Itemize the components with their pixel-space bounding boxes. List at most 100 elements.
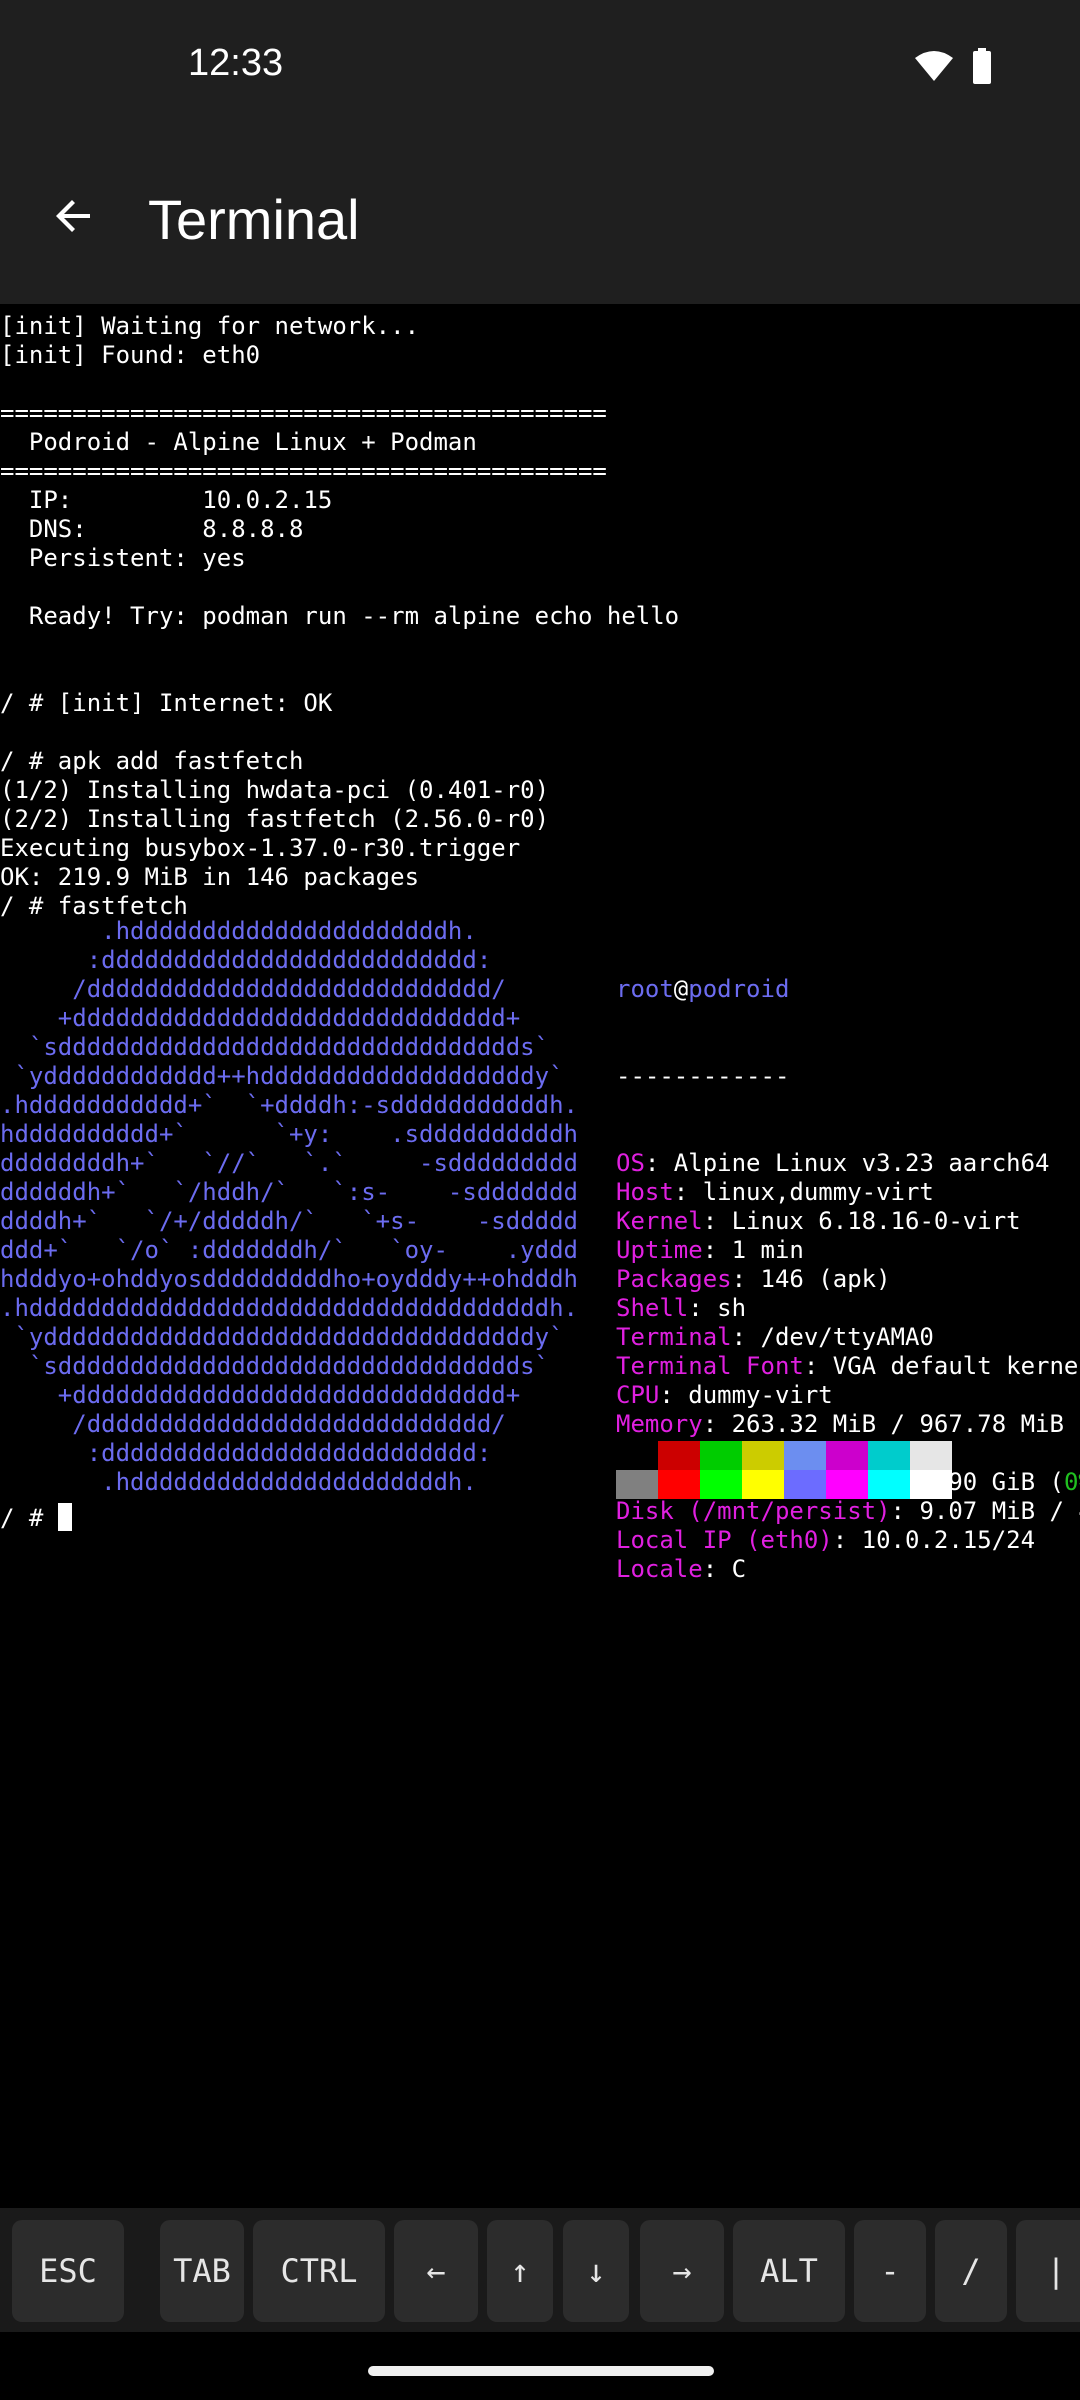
color-palette bbox=[616, 1441, 952, 1499]
prompt-text: / # bbox=[0, 1504, 58, 1532]
terminal-line: IP: 10.0.2.15 bbox=[0, 486, 333, 514]
ascii-art-line: +dddddddddddddddddddddddddddddd+ bbox=[0, 1381, 521, 1409]
terminal-line: Podroid - Alpine Linux + Podman bbox=[0, 428, 477, 456]
info-row: Kernel: Linux 6.18.16-0-virt bbox=[616, 1207, 1080, 1236]
info-value: : 1 min bbox=[702, 1236, 804, 1264]
color-swatch bbox=[910, 1470, 952, 1499]
info-key: Kernel bbox=[616, 1207, 703, 1235]
ascii-art-line: .hddddddddddddddddddddddddddddddddddddh. bbox=[0, 1294, 578, 1322]
color-swatch bbox=[658, 1441, 700, 1470]
info-row: Locale: C bbox=[616, 1555, 1080, 1584]
ascii-art-line: `yddddddddddddddddddddddddddddddddddy` bbox=[0, 1323, 564, 1351]
color-swatch bbox=[784, 1470, 826, 1499]
info-value: : Alpine Linux v3.23 aarch64 bbox=[644, 1149, 1050, 1177]
info-at: @ bbox=[673, 975, 689, 1003]
info-value: : 263.32 MiB / 967.78 MiB (27%) bbox=[702, 1410, 1080, 1438]
info-row: Uptime: 1 min bbox=[616, 1236, 1080, 1265]
ascii-art-line: `sdddddddddddddddddddddddddddddddds` bbox=[0, 1352, 550, 1380]
extra-key[interactable]: → bbox=[640, 2220, 724, 2322]
info-row: CPU: dummy-virt bbox=[616, 1381, 1080, 1410]
terminal-view[interactable]: [init] Waiting for network... [init] Foun… bbox=[0, 304, 1080, 2208]
info-key: Local IP (eth0) bbox=[616, 1526, 833, 1554]
extra-key[interactable]: / bbox=[935, 2220, 1007, 2322]
ascii-art-line: `sdddddddddddddddddddddddddddddddds` bbox=[0, 1033, 550, 1061]
info-key: Packages bbox=[616, 1265, 732, 1293]
info-row: Shell: sh bbox=[616, 1294, 1080, 1323]
terminal-line: ========================================… bbox=[0, 399, 607, 427]
info-value: : linux,dummy-virt bbox=[673, 1178, 934, 1206]
palette-row-bottom bbox=[616, 1470, 952, 1499]
prompt-line[interactable]: / # bbox=[0, 1503, 72, 1533]
status-icons bbox=[914, 48, 992, 89]
navigation-bar bbox=[0, 2332, 1080, 2400]
extra-key[interactable]: TAB bbox=[160, 2220, 244, 2322]
terminal-line: Ready! Try: podman run --rm alpine echo … bbox=[0, 602, 680, 630]
terminal-line: ========================================… bbox=[0, 457, 607, 485]
info-key: CPU bbox=[616, 1381, 660, 1409]
info-key: Terminal bbox=[616, 1323, 732, 1351]
extra-keys-bar: ESC TAB CTRL ← ↑ ↓ → ALT - / | bbox=[0, 2208, 1080, 2332]
ascii-art-line: /dddddddddddddddddddddddddddd/ bbox=[0, 975, 506, 1003]
ascii-art-line: .hddddddddddddddddddddddh. bbox=[0, 917, 477, 945]
extra-key[interactable]: ↓ bbox=[563, 2220, 629, 2322]
info-row: Terminal Font: VGA default kernel bbox=[616, 1352, 1080, 1381]
ascii-art-line: +dddddddddddddddddddddddddddddd+ bbox=[0, 1004, 521, 1032]
info-key: Uptime bbox=[616, 1236, 703, 1264]
app-bar: Terminal bbox=[0, 132, 1080, 304]
extra-key[interactable]: - bbox=[854, 2220, 926, 2322]
terminal-line: [init] Waiting for network... bbox=[0, 312, 420, 340]
info-value: : 10.0.2.15/24 bbox=[832, 1526, 1036, 1554]
info-row: Memory: 263.32 MiB / 967.78 MiB (27%) bbox=[616, 1410, 1080, 1439]
info-key: Shell bbox=[616, 1294, 689, 1322]
info-user: root bbox=[616, 975, 674, 1003]
home-indicator[interactable] bbox=[368, 2366, 714, 2376]
info-value: : /dev/ttyAMA0 bbox=[731, 1323, 934, 1351]
info-value-percent: 0% bbox=[1063, 1468, 1080, 1496]
terminal-line: (1/2) Installing hwdata-pci (0.401-r0) bbox=[0, 776, 550, 804]
info-value: : VGA default kernel bbox=[803, 1352, 1080, 1380]
palette-row-top bbox=[616, 1441, 952, 1470]
color-swatch bbox=[616, 1470, 658, 1499]
terminal-line: (2/2) Installing fastfetch (2.56.0-r0) bbox=[0, 805, 550, 833]
color-swatch bbox=[742, 1441, 784, 1470]
info-value: : 146 (apk) bbox=[731, 1265, 891, 1293]
alpine-ascii-logo: .hddddddddddddddddddddddh. :dddddddddddd… bbox=[0, 917, 578, 1497]
info-value: : dummy-virt bbox=[659, 1381, 833, 1409]
ascii-art-line: :dddddddddddddddddddddddddd: bbox=[0, 1439, 492, 1467]
ascii-art-line: ddddh+` `/+/dddddh/` `+s- -sddddd bbox=[0, 1207, 578, 1235]
info-key: Host bbox=[616, 1178, 674, 1206]
extra-key[interactable]: CTRL bbox=[253, 2220, 385, 2322]
terminal-line: / # apk add fastfetch bbox=[0, 747, 304, 775]
text-cursor bbox=[57, 1503, 72, 1531]
extra-key[interactable]: ← bbox=[394, 2220, 478, 2322]
extra-key[interactable]: ESC bbox=[12, 2220, 124, 2322]
extra-key[interactable]: | bbox=[1016, 2220, 1080, 2322]
info-separator: ------------ bbox=[616, 1062, 790, 1090]
info-row: Terminal: /dev/ttyAMA0 bbox=[616, 1323, 1080, 1352]
info-key: Disk (/mnt/persist) bbox=[616, 1497, 891, 1525]
color-swatch bbox=[700, 1441, 742, 1470]
info-row: Host: linux,dummy-virt bbox=[616, 1178, 1080, 1207]
ascii-art-line: ddddddddh+` `//` `.` -sddddddddd bbox=[0, 1149, 578, 1177]
terminal-line: OK: 219.9 MiB in 146 packages bbox=[0, 863, 420, 891]
info-user-host: root@podroid bbox=[616, 975, 1080, 1004]
app-title: Terminal bbox=[148, 188, 360, 251]
info-key: Terminal Font bbox=[616, 1352, 804, 1380]
color-swatch bbox=[784, 1441, 826, 1470]
ascii-art-line: .hddddddddddd+` `+ddddh:-sdddddddddddh. bbox=[0, 1091, 578, 1119]
extra-key[interactable]: ↑ bbox=[487, 2220, 553, 2322]
back-button[interactable] bbox=[36, 180, 112, 256]
info-key: Locale bbox=[616, 1555, 703, 1583]
extra-key[interactable]: ALT bbox=[733, 2220, 845, 2322]
ascii-art-line: hdddyo+ohddyosdddddddddho+oydddy++ohdddh bbox=[0, 1265, 578, 1293]
ascii-art-line: ddddddh+` `/hddh/` `:s- -sddddddd bbox=[0, 1178, 578, 1206]
info-value: : 9.07 MiB / 4.84 GiB bbox=[890, 1497, 1080, 1525]
info-key: Memory bbox=[616, 1410, 703, 1438]
terminal-line: / # [init] Internet: OK bbox=[0, 689, 333, 717]
info-row: Disk (/mnt/persist): 9.07 MiB / 4.84 GiB bbox=[616, 1497, 1080, 1526]
arrow-left-icon bbox=[50, 192, 98, 245]
